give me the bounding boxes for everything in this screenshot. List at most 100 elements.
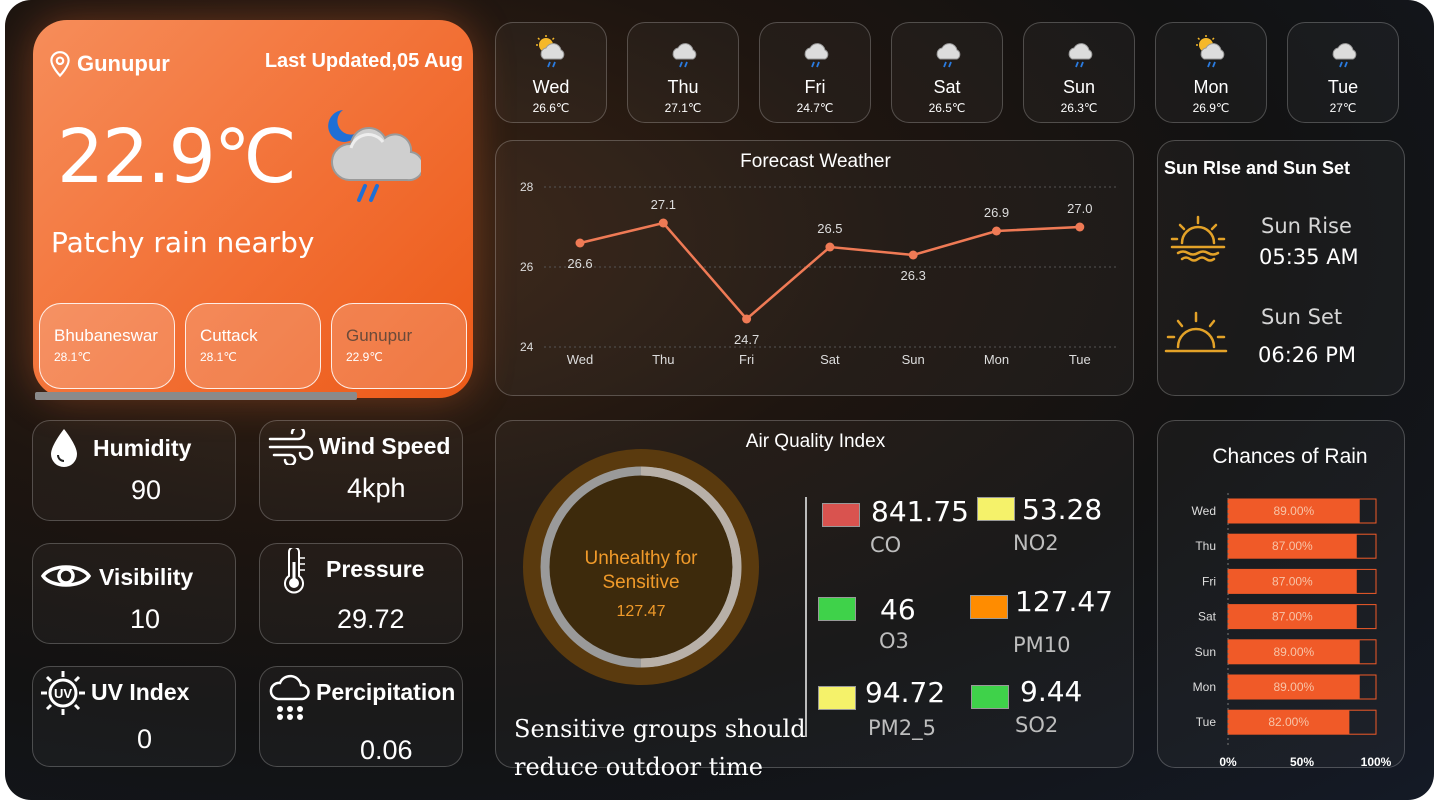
aqi-item-name: PM10 [1013,633,1071,657]
x-tick-label: Sat [820,352,840,367]
category-label: Thu [1195,539,1216,553]
city-card-bhubaneswar[interactable]: Bhubaneswar 28.1℃ [39,303,175,389]
day-temp: 27.1℃ [664,101,702,115]
category-label: Sun [1195,645,1216,659]
day-name: Mon [1193,77,1229,97]
aqi-item-value: 9.44 [1020,675,1083,708]
day-card-fri[interactable]: Fri 24.7℃ [759,22,871,123]
night-rain-cloud-icon [328,110,421,202]
cloud-rain-icon [672,43,697,68]
city-card-cuttack[interactable]: Cuttack 28.1℃ [185,303,321,389]
current-weather-card: Gunupur Last Updated,05 Aug 22.9℃ Patchy… [33,20,473,398]
aqi-status: Unhealthy for Sensitive [584,548,698,593]
aqi-item-value: 53.28 [1022,493,1103,526]
day-temp: 27℃ [1329,101,1357,115]
precipitation-card: Percipitation 0.06 [259,666,463,767]
city-card-gunupur[interactable]: Gunupur 22.9℃ [331,303,467,389]
day-card-wed[interactable]: Wed 26.6℃ [495,22,607,123]
visibility-card: Visibility 10 [32,543,236,644]
city-temp: 22.9℃ [346,350,383,364]
city-temp: 28.1℃ [200,350,237,364]
bar-label: 89.00% [1274,504,1315,518]
day-name: Fri [804,77,826,97]
aqi-item-value: 94.72 [865,676,946,709]
bar-label: 89.00% [1274,680,1315,694]
forecast-line-chart: 24 26 28 26.6 Wed 27.1 Thu 24.7 Fri 26.5 Sat 26.3 Su… [520,180,1118,367]
aqi-item-name: NO2 [1013,531,1059,555]
day-card-sat[interactable]: Sat 26.5℃ [891,22,1003,123]
precipitation-value: 0.06 [360,735,413,765]
aqi-color-swatch [818,597,856,621]
x-tick-label: Fri [739,352,754,367]
location-name: Gunupur [77,51,170,76]
city-list-scrollbar[interactable] [35,392,357,400]
uv-sun-icon: UV [41,671,85,715]
pressure-card: Pressure 29.72 [259,543,463,644]
sunrise-label: Sun Rise [1261,214,1352,238]
visibility-value: 10 [130,604,161,634]
wind-icon [268,429,314,465]
last-updated: Last Updated,05 Aug [264,50,463,72]
data-point[interactable] [992,226,1001,236]
day-temp: 26.9℃ [1192,101,1230,115]
pressure-value: 29.72 [337,604,405,634]
wind-value: 4kph [347,473,406,503]
city-name: Cuttack [200,326,258,345]
day-temp: 26.5℃ [928,101,966,115]
day-temp: 26.6℃ [532,101,570,115]
precipitation-label: Percipitation [316,679,456,705]
aqi-color-swatch [822,503,860,527]
location: Gunupur [47,50,170,78]
water-drop-icon [51,429,77,467]
rain-chance-card: Chances of Rain Wed 89.00% Thu 87.00% Fri 87.… [1157,420,1405,768]
aqi-value: 127.47 [616,603,666,620]
humidity-value: 90 [131,475,162,505]
bar-label: 87.00% [1272,610,1313,624]
data-point[interactable] [575,238,585,248]
cloud-rain-icon [936,43,961,68]
humidity-label: Humidity [93,435,192,461]
day-name: Sun [1062,77,1096,97]
aqi-item-value: 841.75 [871,495,969,528]
rain-bar-chart: Wed 89.00% Thu 87.00% Fri 87.00% Sat 87.00% Sun 8… [1192,493,1392,767]
eye-icon [41,565,91,587]
pressure-label: Pressure [326,556,425,582]
x-tick-label: Sun [902,352,925,367]
day-card-sun[interactable]: Sun 26.3℃ [1023,22,1135,123]
category-label: Sat [1198,610,1217,624]
day-card-tue[interactable]: Tue 27℃ [1287,22,1399,123]
y-tick-label: 28 [520,180,534,194]
y-tick-label: 26 [520,260,534,274]
cloud-rain-icon [804,43,829,68]
data-point[interactable] [658,218,668,228]
data-point[interactable] [1075,222,1085,232]
sun-cloud-rain-icon [1196,35,1225,68]
day-name: Tue [1327,77,1359,97]
uv-label: UV Index [91,679,190,705]
city-list: Bhubaneswar 28.1℃ Cuttack 28.1℃ Gunupur … [39,303,467,389]
x-tick-label: Thu [652,352,674,367]
bar-label: 82.00% [1268,715,1309,729]
day-name: Sat [933,77,961,97]
x-tick-label: 0% [1219,755,1237,767]
sunrise-time: 05:35 AM [1259,245,1359,269]
uv-card: UV UV Index 0 [32,666,236,767]
data-point[interactable] [825,242,835,252]
day-card-mon[interactable]: Mon 26.9℃ [1155,22,1267,123]
sun-card-title: Sun RIse and Sun Set [1164,158,1351,178]
current-temperature: 22.9℃ [57,114,297,200]
city-name: Gunupur [346,326,413,345]
data-point[interactable] [742,314,752,324]
x-tick-label: Tue [1069,352,1091,367]
day-card-thu[interactable]: Thu 27.1℃ [627,22,739,123]
bar-label: 87.00% [1272,574,1313,588]
city-name: Bhubaneswar [54,326,158,345]
current-condition: Patchy rain nearby [51,226,315,259]
data-point[interactable] [908,250,918,260]
aqi-item-value: 127.47 [1015,585,1113,618]
y-tick-label: 24 [520,340,534,354]
forecast-chart-card: Forecast Weather 24 26 28 26.6 Wed 27.1 Thu 24.… [495,140,1134,396]
data-label: 26.3 [901,268,926,283]
city-temp: 28.1℃ [54,350,91,364]
sunset-label: Sun Set [1261,305,1343,329]
